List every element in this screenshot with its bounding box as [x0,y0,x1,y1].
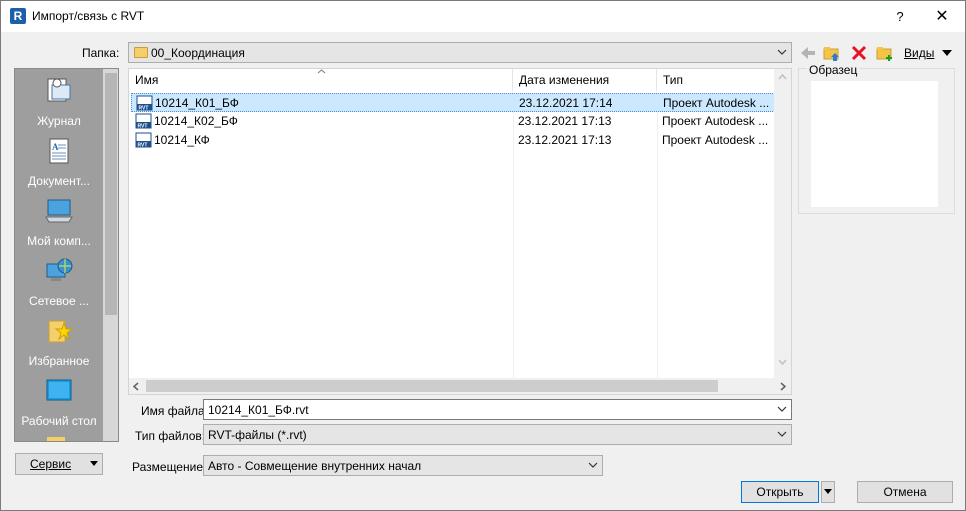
favorites-icon [48,320,73,343]
file-type: Проект Autodesk ... [662,133,769,147]
filetype-dropdown[interactable]: RVT-файлы (*.rvt) [203,424,792,445]
up-folder-icon[interactable] [823,44,841,62]
sidebar-item-network[interactable]: Сетевое ... [15,257,103,313]
open-label: Открыть [756,485,804,499]
places-sidebar: Журнал A Документ... Мой комп... Сетевое… [14,68,119,442]
help-button[interactable]: ? [885,1,915,32]
delete-icon[interactable] [850,44,868,62]
service-dropdown-icon [90,461,98,466]
new-folder-icon[interactable] [876,44,894,62]
computer-icon [45,199,73,223]
sidebar-item-documents[interactable]: A Документ... [15,137,103,193]
sidebar-item-history[interactable]: Журнал [15,77,103,133]
file-date: 23.12.2021 17:13 [518,133,612,147]
views-dropdown-arrow-icon[interactable] [942,49,952,57]
rvt-file-icon: RVT [135,132,152,148]
open-options-button[interactable] [821,481,835,503]
title-bar: R Импорт/связь с RVT ? ✕ [1,1,965,32]
chevron-down-icon[interactable] [777,404,787,414]
views-label: Виды [904,46,935,60]
next-folder-icon [47,437,65,441]
documents-icon: A [49,138,69,164]
cancel-button[interactable]: Отмена [857,481,953,503]
folder-label: Папка: [82,46,120,60]
open-button[interactable]: Открыть [741,481,819,503]
chevron-down-icon [588,462,598,468]
svg-text:RVT: RVT [138,124,148,130]
service-button[interactable]: Сервис [15,453,103,475]
file-row[interactable]: RVT 10214_КФ 23.12.2021 17:13 Проект Aut… [131,131,775,150]
scroll-right-icon[interactable] [780,382,786,391]
placement-dropdown[interactable]: Авто - Совмещение внутренних начал [203,455,603,476]
rvt-file-icon: RVT [136,95,153,111]
history-icon [47,78,71,102]
network-icon [46,258,73,281]
sidebar-item-favorites[interactable]: Избранное [15,317,103,373]
scroll-left-icon[interactable] [133,382,139,391]
folder-value: 00_Координация [151,46,245,60]
filename-label: Имя файла: [141,404,208,418]
placement-value: Авто - Совмещение внутренних начал [208,459,422,473]
sidebar-item-desktop[interactable]: Рабочий стол [15,377,103,433]
placement-label: Размещение: [132,460,207,474]
open-dropdown-icon [824,489,832,494]
file-list: Имя Дата изменения Тип Ра RVT 10214_К01_… [128,68,792,395]
file-name: 10214_К01_БФ [155,96,239,110]
file-name: 10214_К02_БФ [154,114,238,128]
sidebar-scroll-thumb[interactable] [105,73,117,315]
folder-icon [134,47,148,58]
sidebar-scrollbar[interactable] [103,69,118,441]
dialog-title: Импорт/связь с RVT [32,9,145,23]
sidebar-item-label: Журнал [37,114,81,128]
column-header-label: Дата изменения [519,73,610,87]
views-menu[interactable]: Виды [904,46,934,60]
folder-dropdown[interactable]: 00_Координация [128,42,792,63]
file-type: Проект Autodesk ... [662,114,769,128]
chevron-down-icon [777,431,787,437]
svg-text:A: A [52,142,59,152]
svg-text:RVT: RVT [139,106,149,112]
back-arrow-icon[interactable] [799,44,817,62]
horizontal-scroll-thumb[interactable] [146,380,718,392]
cancel-label: Отмена [883,485,927,499]
revit-app-icon: R [10,8,26,24]
filetype-value: RVT-файлы (*.rvt) [208,428,307,442]
sidebar-item-label: Мой комп... [27,234,91,248]
file-type: Проект Autodesk ... [663,96,770,110]
chevron-down-icon [777,49,787,55]
file-name: 10214_КФ [154,133,210,147]
file-row[interactable]: RVT 10214_К01_БФ 23.12.2021 17:14 Проект… [131,93,775,112]
scroll-up-icon[interactable] [778,74,787,80]
file-row[interactable]: RVT 10214_К02_БФ 23.12.2021 17:13 Проект… [131,112,775,131]
service-label: Сервис [30,457,72,471]
preview-image [811,81,938,207]
filetype-label: Тип файлов: [135,429,206,443]
sort-ascending-icon [317,69,326,74]
file-date: 23.12.2021 17:13 [518,114,612,128]
close-button[interactable]: ✕ [927,1,957,32]
scroll-down-icon[interactable] [778,359,787,365]
svg-text:RVT: RVT [138,143,148,149]
sidebar-item-label: Документ... [28,174,90,188]
column-header-label: Имя [135,73,159,87]
filename-input[interactable]: 10214_К01_БФ.rvt [203,399,792,420]
import-link-dialog: R Импорт/связь с RVT ? ✕ Папка: 00_Коорд… [0,0,966,511]
file-date: 23.12.2021 17:14 [519,96,613,110]
filename-value: 10214_К01_БФ.rvt [208,403,309,417]
preview-label: Образец [807,63,860,77]
column-header-type[interactable]: Тип [657,69,777,91]
rvt-file-icon: RVT [135,113,152,129]
file-list-vertical-scrollbar[interactable] [774,69,791,378]
column-header-label: Тип [663,73,684,87]
sidebar-item-computer[interactable]: Мой комп... [15,197,103,253]
sidebar-item-label: Избранное [28,354,90,368]
column-header-date[interactable]: Дата изменения [513,69,657,91]
sidebar-item-label: Сетевое ... [29,294,89,308]
desktop-icon [46,379,72,401]
file-list-horizontal-scrollbar[interactable] [129,378,791,394]
sidebar-item-label: Рабочий стол [21,414,97,428]
